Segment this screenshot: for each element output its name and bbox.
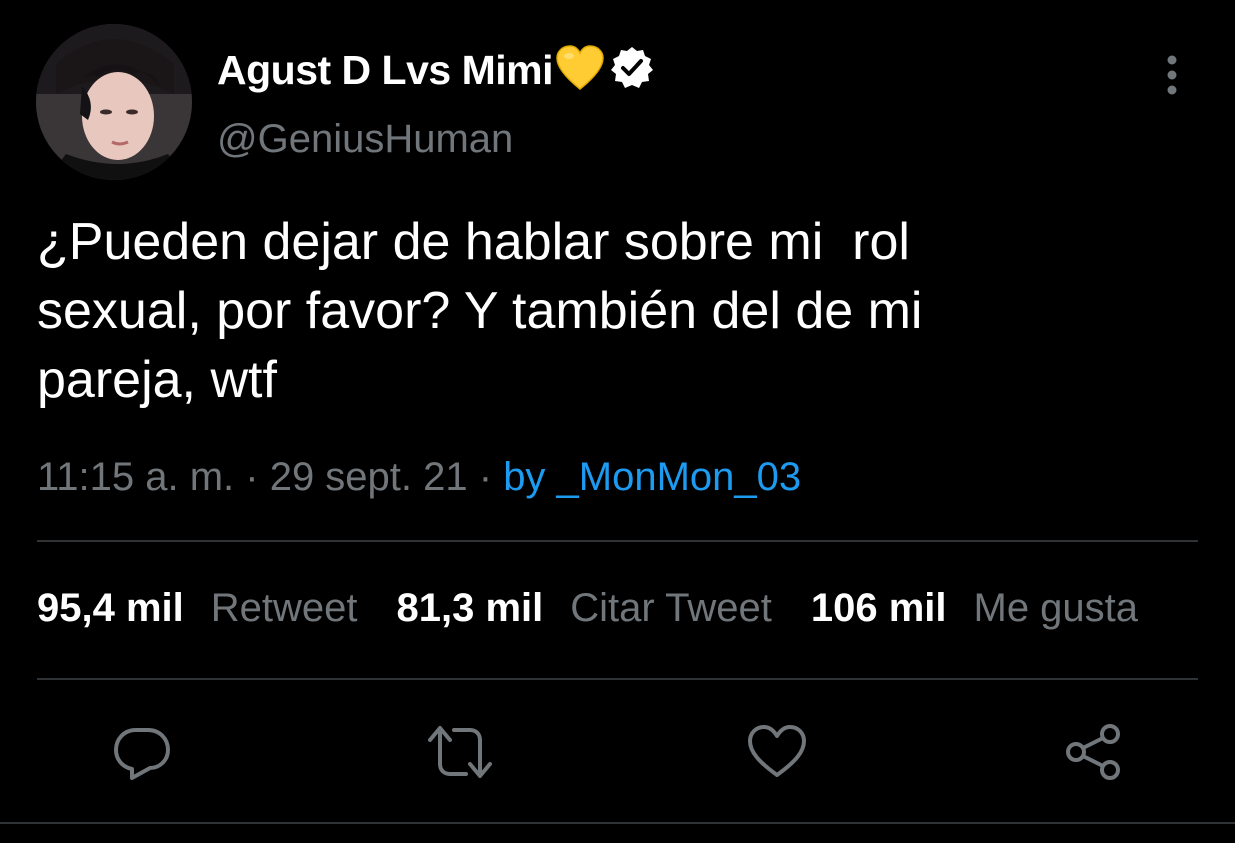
yellow-heart-icon xyxy=(555,44,605,96)
meta-separator: · xyxy=(234,455,270,499)
divider xyxy=(0,822,1235,824)
divider xyxy=(37,678,1198,680)
tweet-meta: 11:15 a. m. · 29 sept. 21 · by _MonMon_0… xyxy=(37,455,801,500)
share-button[interactable] xyxy=(1062,720,1126,784)
author-display-name[interactable]: Agust D Lvs Mimi xyxy=(217,47,553,94)
likes-count: 106 mil xyxy=(810,586,947,630)
tweet-stats: 95,4 mil Retweet 81,3 mil Citar Tweet 106 mi… xyxy=(37,586,1138,631)
retweets-count: 95,4 mil xyxy=(37,586,184,630)
retweet-icon xyxy=(428,726,492,778)
author-name-row[interactable]: Agust D Lvs Mimi xyxy=(217,44,655,96)
divider xyxy=(37,540,1198,542)
like-button[interactable] xyxy=(745,720,809,784)
tweet-source-link[interactable]: by _MonMon_03 xyxy=(503,455,801,499)
author-handle[interactable]: @GeniusHuman xyxy=(217,117,513,162)
meta-separator: · xyxy=(467,455,504,499)
retweet-button[interactable] xyxy=(426,720,492,784)
more-options-button[interactable] xyxy=(1152,52,1192,98)
like-icon xyxy=(748,725,806,777)
reply-icon xyxy=(114,728,170,780)
retweets-stat[interactable]: 95,4 mil Retweet xyxy=(37,586,358,630)
avatar[interactable] xyxy=(36,24,192,180)
share-icon xyxy=(1066,724,1120,780)
quotes-count: 81,3 mil xyxy=(396,586,544,630)
tweet-date: 29 sept. 21 xyxy=(269,455,468,499)
more-vertical-icon xyxy=(1167,55,1177,95)
tweet-text: ¿Pueden dejar de hablar sobre mi rol sex… xyxy=(37,213,923,409)
reply-button[interactable] xyxy=(110,720,174,784)
quotes-stat[interactable]: 81,3 mil Citar Tweet xyxy=(397,586,772,630)
verified-badge-icon xyxy=(609,45,655,96)
quotes-label: Citar Tweet xyxy=(570,586,772,630)
retweets-label: Retweet xyxy=(210,586,358,630)
tweet-time: 11:15 a. m. xyxy=(37,455,235,499)
likes-label: Me gusta xyxy=(973,586,1139,630)
likes-stat[interactable]: 106 mil Me gusta xyxy=(811,586,1138,630)
